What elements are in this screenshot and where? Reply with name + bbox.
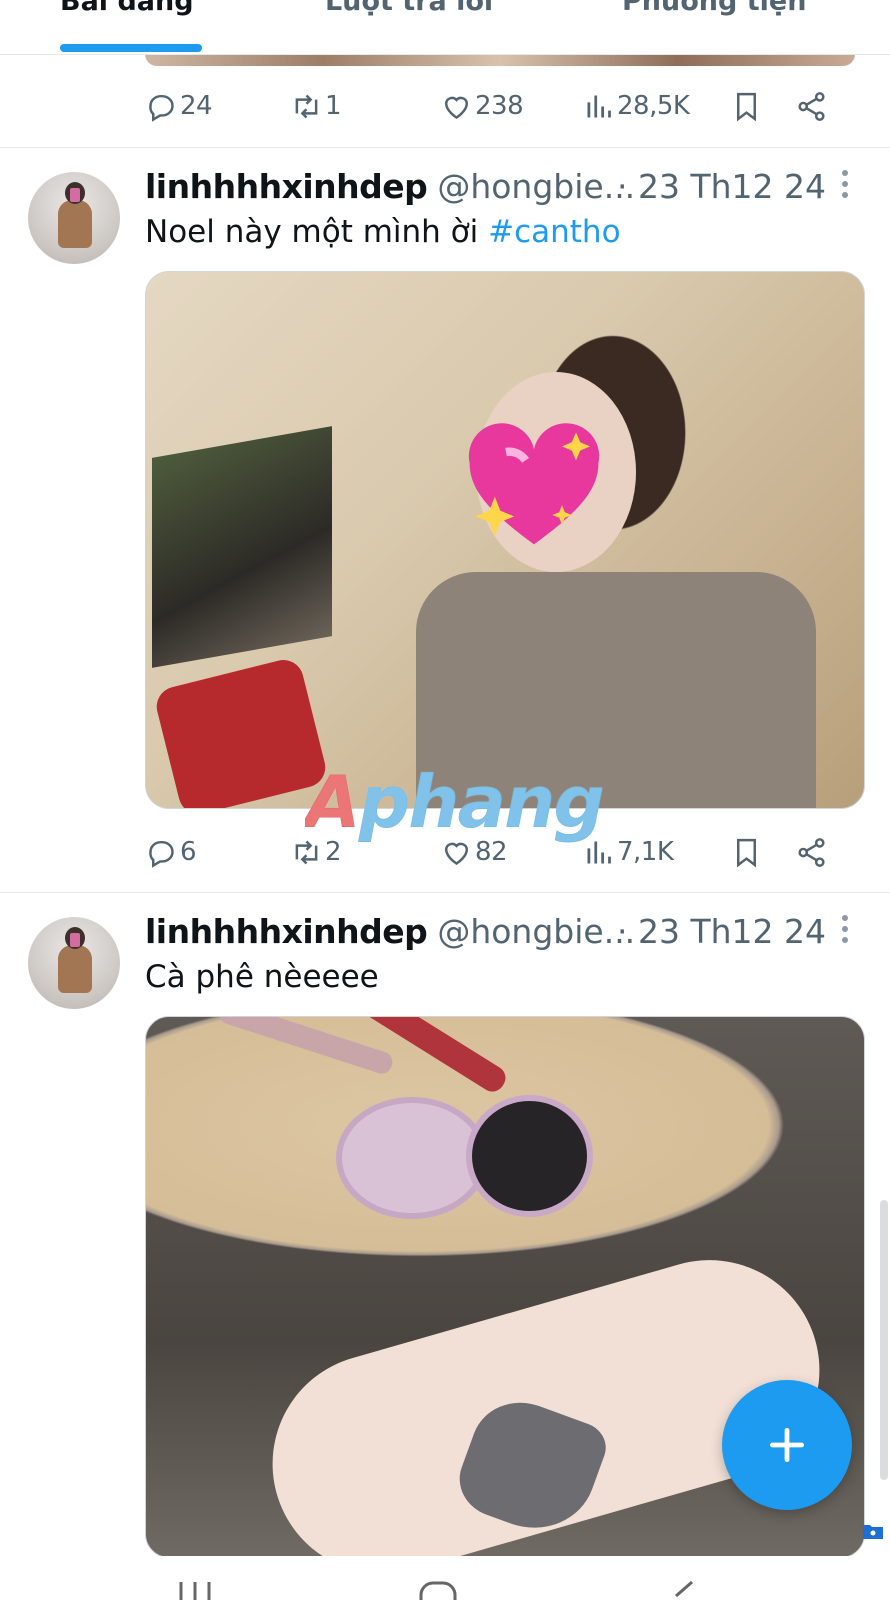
avatar[interactable] [28, 917, 120, 1009]
back-icon[interactable] [668, 1580, 698, 1600]
recent-apps-icon[interactable] [178, 1580, 212, 1600]
bookmark-icon [737, 838, 756, 867]
bookmark-icon [737, 92, 756, 121]
bookmark-button[interactable] [730, 830, 763, 874]
tweet-text: Noel này một mình ời #cantho [145, 214, 621, 250]
tweet-text: Cà phê nèeeee [145, 959, 379, 995]
tweet-divider [0, 892, 890, 893]
more-vertical-icon[interactable] [842, 915, 850, 947]
folder-icon [863, 1525, 883, 1539]
more-vertical-icon[interactable] [842, 170, 850, 202]
tweet-divider [0, 147, 890, 148]
compose-button[interactable] [722, 1380, 852, 1510]
tab-posts[interactable]: Bài đăng [60, 0, 194, 17]
user-handle[interactable]: @hongbie... [437, 167, 635, 206]
system-navigation-bar [0, 1556, 890, 1600]
share-button[interactable] [795, 830, 828, 874]
tweet-header: linhhhhxinhdep @hongbie... · 23 Th12 24 [145, 911, 850, 951]
repost-count: 1 [325, 91, 342, 121]
tweet-image[interactable] [145, 271, 865, 809]
repost-arrows-icon [295, 94, 318, 118]
share-icon [798, 91, 825, 121]
share-icon [798, 837, 825, 867]
previous-tweet-actions: 24 1 238 28,5K [145, 84, 845, 128]
tab-replies[interactable]: Lượt trả lời [325, 0, 493, 17]
heart-icon [444, 96, 469, 119]
display-name[interactable]: linhhhhxinhdep [145, 167, 428, 206]
tweet-header: linhhhhxinhdep @hongbie... · 23 Th12 24 [145, 166, 850, 206]
reply-button[interactable]: 6 [145, 830, 197, 874]
like-button[interactable]: 238 [440, 84, 524, 128]
repost-button[interactable]: 1 [290, 84, 342, 128]
share-button[interactable] [795, 84, 828, 128]
hashtag-link[interactable]: #cantho [488, 214, 620, 250]
view-count: 28,5K [617, 91, 690, 121]
speech-bubble-icon [149, 840, 174, 868]
tab-media[interactable]: Phương tiện [622, 0, 806, 17]
tweet-date[interactable]: · 23 Th12 24 [617, 167, 826, 206]
reply-button[interactable]: 24 [145, 84, 213, 128]
watermark: Aphang [305, 760, 605, 844]
reply-count: 24 [180, 91, 213, 121]
views-button[interactable]: 28,5K [582, 84, 690, 128]
sparkling-heart-icon [468, 423, 600, 545]
user-handle[interactable]: @hongbie... [437, 912, 635, 951]
scrollbar-thumb[interactable] [880, 1200, 888, 1480]
plus-icon [769, 1427, 805, 1463]
avatar[interactable] [28, 172, 120, 264]
view-count: 7,1K [617, 837, 674, 867]
bar-chart-icon [587, 95, 611, 117]
speech-bubble-icon [149, 94, 174, 122]
display-name[interactable]: linhhhhxinhdep [145, 912, 428, 951]
reply-count: 6 [180, 837, 197, 867]
tweet-date[interactable]: · 23 Th12 24 [617, 912, 826, 951]
home-icon[interactable] [418, 1580, 458, 1600]
active-tab-indicator [60, 44, 202, 52]
previous-tweet-media[interactable] [145, 54, 855, 66]
like-count: 238 [475, 91, 524, 121]
bookmark-button[interactable] [730, 84, 763, 128]
profile-tabs: Bài đăng Lượt trả lời Phương tiện [0, 0, 890, 55]
